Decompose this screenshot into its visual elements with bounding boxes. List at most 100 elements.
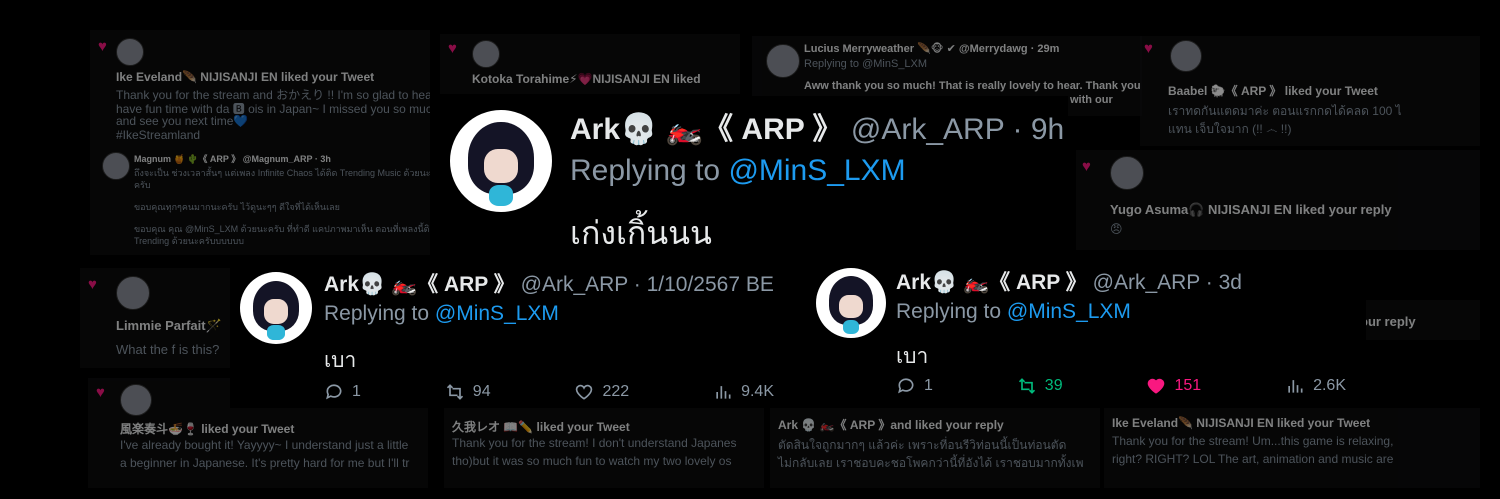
tweet-text: Aww thank you so much! That is really lo…: [804, 80, 1142, 92]
avatar: [1170, 40, 1202, 72]
retweet-icon: [1018, 378, 1035, 394]
avatar: [102, 152, 130, 180]
mention-link[interactable]: @MinS_LXM: [1007, 300, 1131, 323]
quoted-name: Magnum 🍯 🌵《 ARP 》 @Magnum_ARP · 3h: [134, 154, 331, 164]
notification-line: แทน เจ็บใจมาก (!! ෴ !!): [1168, 122, 1292, 136]
notification-title: Ark 💀 🏍️《 ARP 》and liked your reply: [778, 418, 1004, 432]
tweet-left[interactable]: Ark💀 🏍️《 ARP 》 @Ark_ARP · 1/10/2567 BE R…: [230, 258, 778, 408]
notification-title: Limmie Parfait🪄: [116, 318, 222, 333]
author-name[interactable]: Ark💀 🏍️《 ARP 》: [896, 271, 1087, 294]
notification-line: ไม่กลับเลย เราชอบคะชอโพคกว่านี้ที่อังได้…: [778, 456, 1084, 470]
heart-icon: [1148, 378, 1165, 394]
avatar: [116, 276, 150, 310]
notification-line: #IkeStreamland: [116, 128, 201, 142]
reply-icon: [326, 384, 342, 400]
heart-icon: ♥: [96, 384, 105, 401]
like-button[interactable]: 222: [574, 382, 629, 402]
avatar: [472, 40, 500, 68]
notification-title: Ike Eveland🪶 NIJISANJI EN liked your Twe…: [1112, 416, 1371, 430]
notification-title: our reply: [1360, 314, 1416, 329]
view-count: 2.6K: [1313, 377, 1346, 394]
reply-button[interactable]: 1: [896, 376, 933, 396]
tweet-text: with our: [1070, 94, 1113, 106]
avatar: [116, 38, 144, 66]
notification-title: 風楽奏斗🍜🍷 liked your Tweet: [120, 422, 295, 436]
notification-card-limmie[interactable]: ♥ Limmie Parfait🪄 What the f is this?: [80, 268, 240, 368]
avatar[interactable]: [816, 268, 886, 338]
reply-button[interactable]: 1: [324, 382, 361, 402]
notification-card-yugo[interactable]: ♥ Yugo Asuma🎧 NIJISANJI EN liked your re…: [1076, 150, 1480, 250]
notification-title: Ike Eveland🪶 NIJISANJI EN liked your Twe…: [116, 70, 375, 84]
views-button[interactable]: 2.6K: [1285, 376, 1346, 396]
notification-line: tho)but it was so much fun to watch my t…: [452, 454, 732, 468]
reply-icon: [898, 378, 914, 394]
notification-line: Thank you for the stream! Um...this game…: [1112, 434, 1394, 448]
avatar[interactable]: [240, 272, 312, 344]
mention-link[interactable]: @MinS_LXM: [728, 154, 905, 187]
reply-context: Replying to @MinS_LXM: [896, 300, 1131, 324]
retweet-button[interactable]: 94: [445, 382, 491, 402]
heart-icon: ♥: [98, 38, 107, 55]
notification-line: I've already bought it! Yayyyy~ I unders…: [120, 438, 409, 452]
like-button[interactable]: 151: [1146, 376, 1201, 396]
tweet-top[interactable]: Ark💀 🏍️《 ARP 》 @Ark_ARP · 9h Replying to…: [436, 96, 1068, 268]
quoted-line: ถึงจะเป็น ช่วงเวลาสั้นๆ แต่เพลง Infinite…: [134, 168, 430, 178]
tweet-right[interactable]: Ark💀 🏍️《 ARP 》 @Ark_ARP · 3d Replying to…: [806, 258, 1366, 408]
notification-card-ark[interactable]: Ark 💀 🏍️《 ARP 》and liked your reply ตัดส…: [770, 408, 1100, 488]
notification-line: Thank you for the stream! I don't unders…: [452, 436, 737, 450]
reply-prefix: Replying to: [324, 302, 435, 325]
author-handle[interactable]: @Ark_ARP · 3d: [1093, 271, 1242, 294]
heart-icon: ♥: [1144, 40, 1153, 57]
retweet-button[interactable]: 39: [1017, 376, 1063, 396]
notification-line: and see you next time💙: [116, 114, 249, 128]
quoted-line: ครับ: [134, 180, 151, 190]
retweet-icon: [446, 384, 463, 400]
notification-line: right? RIGHT? LOL The art, animation and…: [1112, 452, 1394, 466]
reply-context: Replying to @MinS_LXM: [324, 302, 559, 326]
reply-context: Replying to @MinS_LXM: [570, 154, 906, 188]
tweet-actions: 1 94 222 9.4K: [324, 382, 774, 402]
avatar[interactable]: [450, 110, 552, 212]
retweet-count: 94: [472, 383, 491, 400]
notification-line: a beginner in Japanese. It's pretty hard…: [120, 456, 410, 470]
notification-title: Baabel 🐑《 ARP 》 liked your Tweet: [1168, 84, 1378, 98]
retweet-count: 39: [1044, 377, 1063, 394]
notification-title: 久我レオ 📖✏️ liked your Tweet: [452, 420, 630, 434]
notification-card-kuga[interactable]: 久我レオ 📖✏️ liked your Tweet Thank you for …: [444, 408, 764, 488]
heart-icon: [576, 384, 593, 400]
reply-prefix: Replying to: [570, 154, 729, 187]
author-name[interactable]: Ark💀 🏍️《 ARP 》: [324, 273, 515, 296]
views-icon: [716, 386, 731, 399]
views-button[interactable]: 9.4K: [713, 382, 774, 402]
notification-line: เราทดกันแตดมาค่ะ ตอนแรกกดได้คลด 100 ไ: [1168, 104, 1402, 118]
notification-card-baabel[interactable]: ♥ Baabel 🐑《 ARP 》 liked your Tweet เราทด…: [1140, 36, 1480, 146]
notification-card-ike[interactable]: ♥ Ike Eveland🪶 NIJISANJI EN liked your T…: [90, 30, 430, 255]
avatar: [766, 44, 800, 78]
like-count: 222: [602, 383, 630, 400]
like-count: 151: [1174, 377, 1202, 394]
views-icon: [1288, 380, 1303, 393]
tweet-header: Ark💀 🏍️《 ARP 》 @Ark_ARP · 1/10/2567 BE: [324, 268, 774, 298]
tweet-header: Ark💀 🏍️《 ARP 》 @Ark_ARP · 3d: [896, 266, 1242, 296]
author-handle[interactable]: @Ark_ARP · 1/10/2567 BE: [521, 273, 774, 296]
tweet-author: Lucius Merryweather 🪶🐵 ✔ @Merrydawg · 29…: [804, 43, 1060, 55]
reply-count: 1: [352, 383, 361, 400]
notification-card-kotoka[interactable]: ♥ Kotoka Torahime⚡💗NIJISANJI EN liked: [440, 34, 740, 94]
notification-card-ike-bottom[interactable]: Ike Eveland🪶 NIJISANJI EN liked your Twe…: [1104, 408, 1480, 488]
notification-line: ตัดสินใจถูกมากๆ แล้วค่ะ เพราะที่อนรีวิท่…: [778, 438, 1067, 452]
reply-context: Replying to @MinS_LXM: [804, 58, 928, 70]
reply-prefix: Replying to: [896, 300, 1007, 323]
heart-icon: ♥: [88, 276, 97, 293]
tweet-text: เบา: [896, 345, 929, 368]
notification-line: What the f is this?: [116, 342, 220, 357]
mention-link[interactable]: @MinS_LXM: [435, 302, 559, 325]
author-name[interactable]: Ark💀 🏍️《 ARP 》: [570, 113, 843, 146]
reply-count: 1: [924, 377, 933, 394]
reaction-emoji: 😠: [1110, 222, 1123, 236]
tweet-text: เก่งเกิ้นนน: [570, 215, 712, 251]
tweet-header: Ark💀 🏍️《 ARP 》 @Ark_ARP · 9h: [570, 104, 1064, 148]
author-handle[interactable]: @Ark_ARP · 9h: [851, 113, 1064, 146]
tweet-actions: 1 39 151 2.6K: [896, 376, 1346, 396]
view-count: 9.4K: [741, 383, 774, 400]
heart-icon: ♥: [448, 40, 457, 57]
